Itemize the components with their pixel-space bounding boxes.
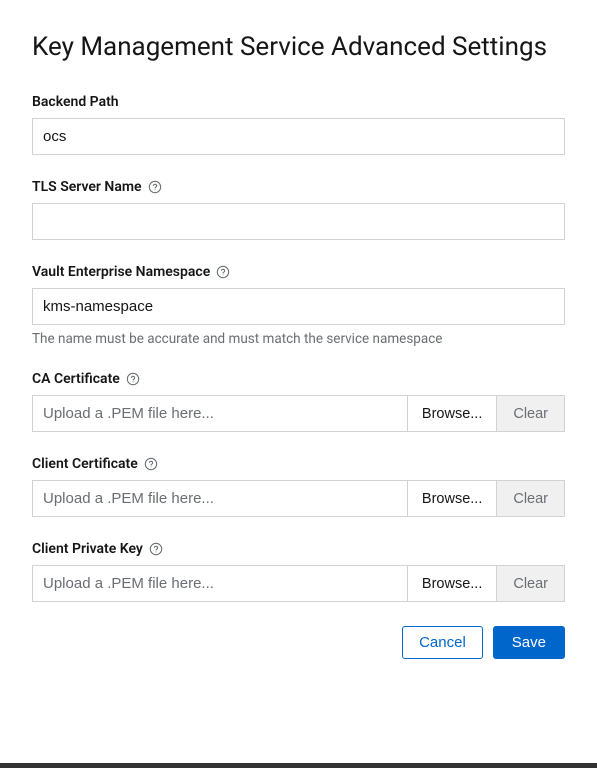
- backend-path-label: Backend Path: [32, 94, 565, 110]
- field-vault-namespace: Vault Enterprise Namespace The name must…: [32, 264, 565, 347]
- help-icon[interactable]: [144, 457, 158, 471]
- page-title: Key Management Service Advanced Settings: [32, 32, 565, 62]
- ca-certificate-file-input[interactable]: [32, 395, 407, 432]
- client-certificate-file-input[interactable]: [32, 480, 407, 517]
- ca-certificate-browse-button[interactable]: Browse...: [407, 395, 496, 432]
- help-icon[interactable]: [149, 542, 163, 556]
- label-text: CA Certificate: [32, 371, 120, 387]
- client-private-key-clear-button[interactable]: Clear: [496, 565, 565, 602]
- cancel-button[interactable]: Cancel: [402, 626, 483, 659]
- vault-namespace-helper: The name must be accurate and must match…: [32, 331, 565, 347]
- label-text: Backend Path: [32, 94, 119, 110]
- client-certificate-browse-button[interactable]: Browse...: [407, 480, 496, 517]
- field-backend-path: Backend Path: [32, 94, 565, 155]
- label-text: Client Certificate: [32, 456, 138, 472]
- backend-path-input[interactable]: [32, 118, 565, 155]
- form-actions: Cancel Save: [32, 626, 565, 659]
- footer-border: [0, 763, 597, 768]
- ca-certificate-clear-button[interactable]: Clear: [496, 395, 565, 432]
- vault-namespace-label: Vault Enterprise Namespace: [32, 264, 565, 280]
- help-icon[interactable]: [126, 372, 140, 386]
- field-tls-server-name: TLS Server Name: [32, 179, 565, 240]
- tls-server-name-label: TLS Server Name: [32, 179, 565, 195]
- field-client-private-key: Client Private Key Browse... Clear: [32, 541, 565, 602]
- ca-certificate-label: CA Certificate: [32, 371, 565, 387]
- label-text: Vault Enterprise Namespace: [32, 264, 210, 280]
- client-certificate-clear-button[interactable]: Clear: [496, 480, 565, 517]
- help-icon[interactable]: [216, 265, 230, 279]
- help-icon[interactable]: [148, 180, 162, 194]
- save-button[interactable]: Save: [493, 626, 565, 659]
- client-certificate-label: Client Certificate: [32, 456, 565, 472]
- client-private-key-browse-button[interactable]: Browse...: [407, 565, 496, 602]
- client-private-key-file-input[interactable]: [32, 565, 407, 602]
- label-text: Client Private Key: [32, 541, 143, 557]
- vault-namespace-input[interactable]: [32, 288, 565, 325]
- client-private-key-label: Client Private Key: [32, 541, 565, 557]
- field-ca-certificate: CA Certificate Browse... Clear: [32, 371, 565, 432]
- label-text: TLS Server Name: [32, 179, 142, 195]
- field-client-certificate: Client Certificate Browse... Clear: [32, 456, 565, 517]
- tls-server-name-input[interactable]: [32, 203, 565, 240]
